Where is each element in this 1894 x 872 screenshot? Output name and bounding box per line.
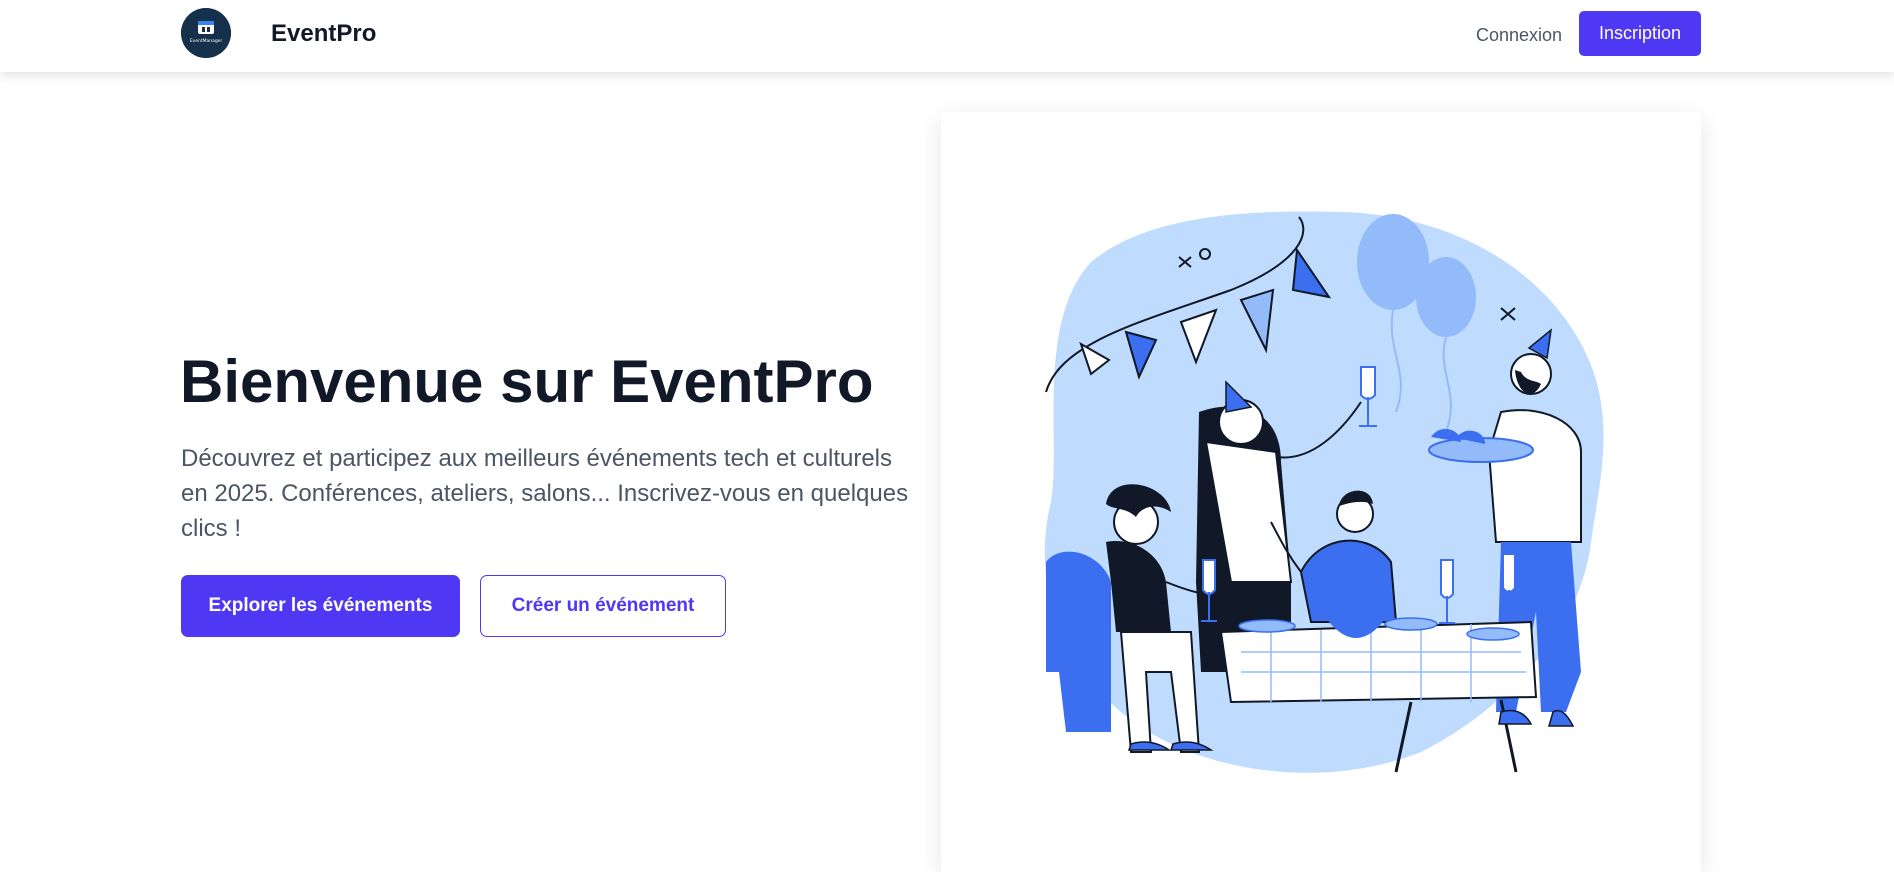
party-illustration <box>1044 211 1604 773</box>
illustration-card <box>941 112 1701 872</box>
hero-title: Bienvenue sur EventPro <box>180 348 874 415</box>
logo-icon: EventManager <box>181 8 231 58</box>
logo-link[interactable]: EventManager <box>181 8 231 58</box>
hero-description: Découvrez et participez aux meilleurs év… <box>181 445 909 542</box>
signup-button[interactable]: Inscription <box>1579 11 1701 56</box>
login-link[interactable]: Connexion <box>1476 23 1562 47</box>
logo-text: EventManager <box>190 38 223 44</box>
create-event-button[interactable]: Créer un événement <box>480 575 726 637</box>
navbar: EventManager EventPro Connexion Inscript… <box>0 0 1894 72</box>
explore-events-button[interactable]: Explorer les événements <box>181 575 460 637</box>
brand-name[interactable]: EventPro <box>271 19 376 49</box>
